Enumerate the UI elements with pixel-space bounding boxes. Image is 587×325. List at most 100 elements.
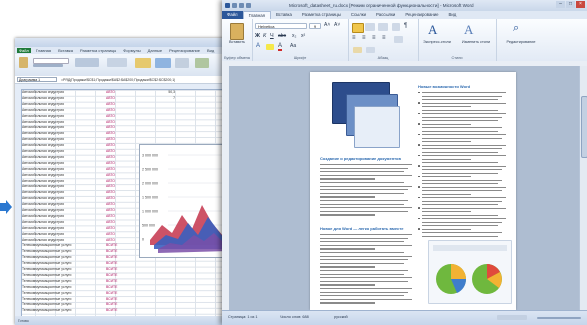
text-line	[422, 120, 498, 122]
excel-window: Файл Главная Вставка Разметка страницы Ф…	[15, 38, 230, 325]
scrollbar-thumb[interactable]	[581, 96, 587, 158]
view-buttons[interactable]	[497, 315, 527, 320]
align-center-icon[interactable]: ≡	[362, 35, 366, 41]
font-size-select[interactable]: 9	[309, 23, 321, 29]
maximize-button[interactable]: □	[566, 1, 575, 8]
multilevel-list-icon[interactable]	[378, 23, 388, 31]
excel-number-format[interactable]	[107, 58, 127, 67]
find-icon[interactable]: ⌕	[513, 22, 519, 35]
quick-styles-button[interactable]: Экспресс-стили	[418, 40, 456, 44]
bold-icon[interactable]: Ж	[255, 33, 260, 39]
excel-tab-review[interactable]: Рецензирование	[167, 48, 202, 53]
bullet-icon	[418, 91, 420, 94]
font-name-select[interactable]: Helvetica	[255, 23, 307, 29]
change-case-icon[interactable]: Аа	[290, 43, 296, 49]
change-styles-button[interactable]: Изменить стили	[456, 40, 496, 44]
text-line	[320, 196, 376, 198]
underline-icon[interactable]: Ч	[270, 33, 274, 39]
paste-icon[interactable]	[230, 23, 244, 40]
paste-button[interactable]: Вставить	[222, 40, 252, 44]
excel-tab-file[interactable]: Файл	[17, 48, 31, 53]
excel-ribbon	[15, 54, 230, 77]
shrink-font-icon[interactable]: A˅	[334, 22, 340, 28]
superscript-icon[interactable]: x²	[301, 33, 305, 39]
justify-icon[interactable]: ≡	[382, 35, 386, 41]
bullet-icon	[418, 112, 420, 115]
minimize-button[interactable]: –	[556, 1, 565, 8]
strikethrough-icon[interactable]: abc	[278, 33, 286, 39]
word-tab-review[interactable]: Рецензирование	[400, 11, 443, 19]
page-heading-left-2: Новое для Word — легко работать вместе	[320, 226, 404, 231]
italic-icon[interactable]: К	[263, 33, 266, 39]
word-tab-references[interactable]: Ссылки	[346, 11, 371, 19]
excel-formula-text[interactable]: =РЯД(Продажи!$C$1;Продажи!$A$2:$A$200;Пр…	[61, 78, 175, 82]
excel-table-format-icon[interactable]	[155, 58, 171, 68]
zoom-slider[interactable]	[537, 317, 581, 319]
undo-icon[interactable]	[239, 2, 244, 8]
excel-tab-data[interactable]: Данные	[146, 48, 164, 53]
table-cell[interactable]: ВСИТЕ	[106, 308, 128, 314]
quick-styles-icon[interactable]: A	[428, 22, 437, 38]
excel-name-box[interactable]: Диаграмма 1	[17, 77, 57, 82]
status-language[interactable]: русский	[334, 315, 348, 319]
excel-status-bar: Готово	[15, 316, 230, 325]
excel-tab-layout[interactable]: Разметка страницы	[78, 48, 118, 53]
editing-button[interactable]: Редактирование	[496, 40, 546, 44]
font-color-icon[interactable]: A	[278, 43, 283, 51]
editing-group: ⌕ Редактирование	[496, 19, 546, 61]
excel-conditional-format-icon[interactable]	[135, 58, 151, 68]
document-page[interactable]: Новые возможности Word Создание и редакт…	[310, 72, 516, 310]
excel-tab-view[interactable]: Вид	[205, 48, 216, 53]
show-marks-icon[interactable]: ¶	[404, 23, 407, 29]
text-line	[422, 204, 498, 206]
text-line	[320, 270, 408, 272]
status-words[interactable]: Число слов: 688	[280, 315, 309, 319]
word-tab-mailings[interactable]: Рассылки	[371, 11, 400, 19]
highlight-icon[interactable]	[266, 44, 274, 50]
table-cell[interactable]: Телекоммуникационные услуги	[22, 308, 97, 314]
excel-tab-insert[interactable]: Вставка	[56, 48, 75, 53]
shading-icon[interactable]	[353, 47, 362, 53]
table-row[interactable]: Телекоммуникационные услуги ВСИТЕ	[22, 308, 230, 314]
word-status-bar: Страница: 1 из 1 Число слов: 688 русский	[222, 310, 587, 325]
subscript-icon[interactable]: x₂	[292, 33, 296, 39]
bullets-icon[interactable]	[352, 23, 364, 33]
save-icon[interactable]	[232, 2, 237, 8]
excel-cells-icon[interactable]	[175, 58, 189, 68]
text-line	[320, 291, 408, 293]
line-spacing-icon[interactable]	[394, 36, 403, 43]
redo-icon[interactable]	[246, 2, 251, 8]
sort-icon[interactable]	[392, 23, 400, 31]
word-tab-file[interactable]: Файл	[222, 11, 243, 19]
numbering-icon[interactable]	[365, 23, 375, 31]
excel-format-buttons[interactable]	[33, 64, 63, 67]
page-chart-image	[428, 240, 512, 304]
align-right-icon[interactable]: ≡	[372, 35, 376, 41]
font-group-label: Шрифт	[293, 56, 307, 60]
change-styles-icon[interactable]: A	[464, 22, 473, 38]
word-window: Microsoft_datasheet_ru.docx [Режим огран…	[222, 0, 587, 325]
excel-tab-home[interactable]: Главная	[34, 48, 53, 53]
page-screenshot-image-3	[354, 106, 400, 148]
close-button[interactable]: ×	[576, 1, 585, 8]
word-tab-view[interactable]: Вид	[444, 11, 462, 19]
align-left-icon[interactable]: ≡	[352, 35, 356, 41]
text-line	[320, 171, 404, 173]
excel-paste-icon[interactable]	[19, 57, 28, 68]
arrow-right-icon	[0, 200, 12, 214]
borders-icon[interactable]	[366, 47, 375, 53]
excel-row-headers[interactable]	[15, 89, 22, 316]
word-tab-layout[interactable]: Разметка страницы	[297, 11, 346, 19]
excel-tab-formulas[interactable]: Формулы	[121, 48, 142, 53]
text-line	[422, 179, 502, 181]
word-logo-icon[interactable]	[225, 2, 230, 8]
word-tab-insert[interactable]: Вставка	[271, 11, 297, 19]
excel-align-buttons[interactable]	[75, 58, 99, 67]
grow-font-icon[interactable]: A˄	[324, 22, 330, 28]
status-page[interactable]: Страница: 1 из 1	[228, 315, 258, 319]
word-window-title: Microsoft_datasheet_ru.docx [Режим огран…	[289, 3, 474, 8]
text-effects-icon[interactable]: A	[256, 43, 260, 49]
vertical-scrollbar[interactable]	[579, 66, 587, 310]
excel-sort-icon[interactable]	[195, 58, 209, 68]
word-tab-home[interactable]: Главная	[242, 11, 271, 19]
